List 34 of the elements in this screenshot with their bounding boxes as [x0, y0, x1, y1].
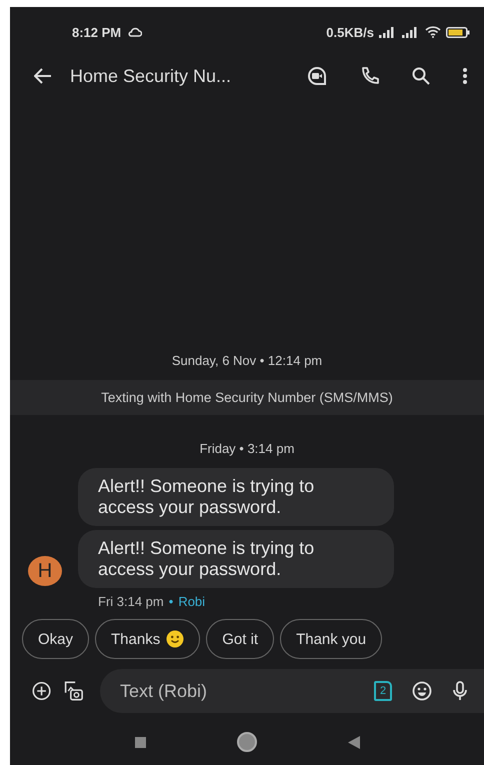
back-icon[interactable]: [348, 736, 360, 748]
conversation-title: Home Security Nu...: [70, 66, 232, 86]
recents-icon[interactable]: [134, 736, 146, 748]
home-icon[interactable]: [236, 731, 258, 753]
date-header: Sunday, 6 Nov • 12:14 pm: [172, 353, 322, 368]
reply-chip[interactable]: Thank you: [280, 619, 382, 659]
smiley-icon: [166, 630, 184, 648]
message-bubble[interactable]: Alert!! Someone is trying to access your password.: [78, 468, 394, 526]
sim-name: Robi: [178, 594, 206, 609]
search-icon[interactable]: [412, 67, 430, 85]
message-time: Fri 3:14 pm: [98, 594, 164, 609]
time-header: Friday • 3:14 pm: [200, 441, 294, 456]
microphone-icon[interactable]: [452, 681, 468, 701]
status-time: 8:12 PM: [72, 24, 122, 40]
more-menu-icon[interactable]: [462, 67, 468, 85]
sim-selector[interactable]: 2: [374, 681, 392, 701]
reply-chip[interactable]: Thanks: [95, 619, 200, 659]
message-bubble[interactable]: Alert!! Someone is trying to access your password.: [78, 530, 394, 588]
reply-chip[interactable]: Okay: [22, 619, 90, 659]
reply-chip[interactable]: Got it: [206, 619, 274, 659]
emoji-icon[interactable]: [412, 681, 432, 701]
message-input-field[interactable]: Text (Robi) 2: [100, 669, 484, 713]
battery-icon: [446, 26, 470, 38]
add-icon[interactable]: [32, 680, 52, 702]
gallery-camera-icon[interactable]: [63, 679, 84, 703]
network-speed: 0.5KB/s: [326, 24, 374, 40]
separator-dot: •: [168, 594, 174, 609]
video-call-icon[interactable]: [306, 66, 328, 86]
sms-banner: Texting with Home Security Number (SMS/MMS): [10, 380, 484, 415]
phone-icon[interactable]: [360, 66, 380, 86]
cloud-icon: [128, 27, 142, 37]
back-arrow-icon[interactable]: [34, 68, 52, 84]
contact-avatar[interactable]: H: [28, 556, 62, 586]
wifi-icon: [425, 26, 441, 38]
